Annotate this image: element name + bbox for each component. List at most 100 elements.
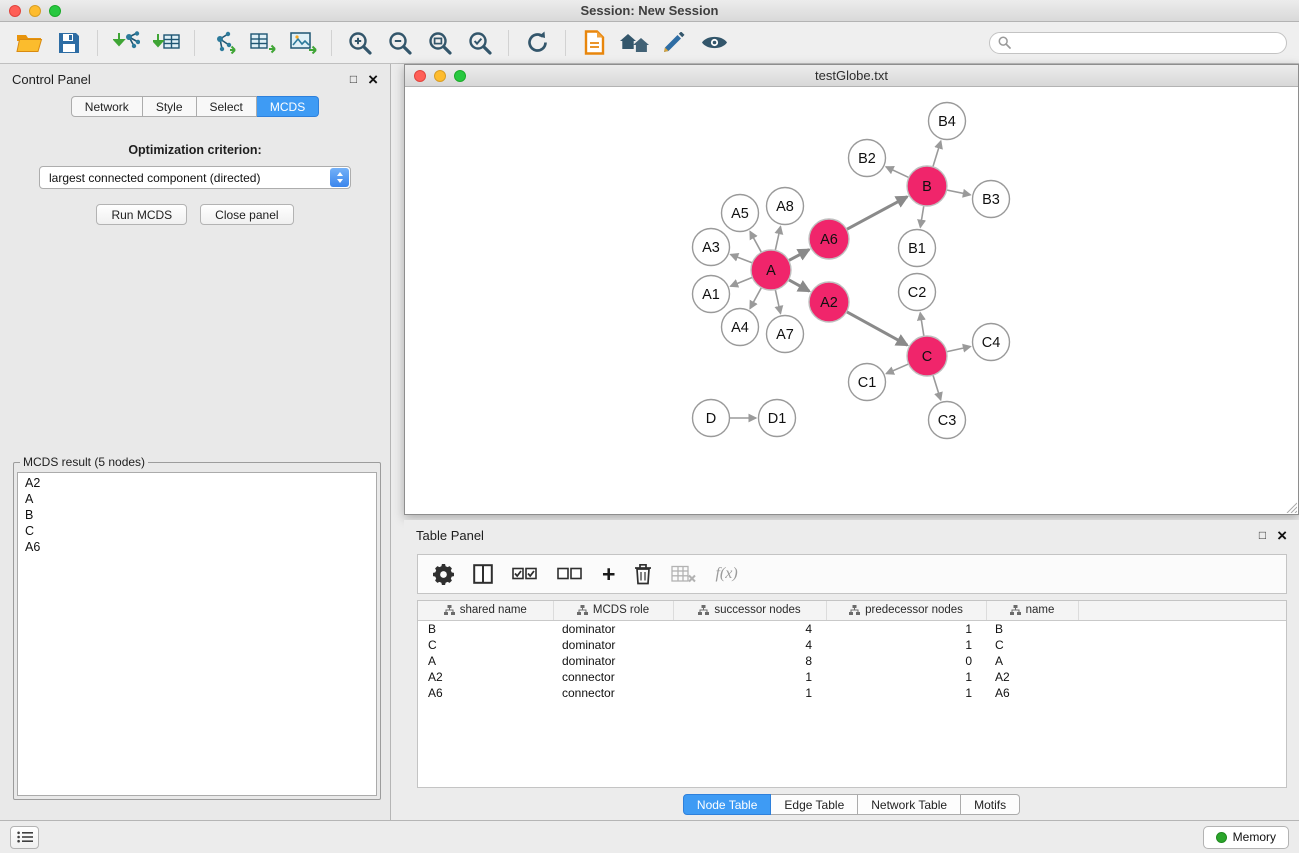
network-canvas[interactable]: B4B2BB3A5A8A6B1A3AC2A1A2A4A7C4CC1C3DD1 <box>405 87 1298 514</box>
graph-edge-A-A6[interactable] <box>789 250 810 261</box>
search-input[interactable] <box>1016 36 1278 50</box>
run-mcds-button[interactable]: Run MCDS <box>96 204 187 225</box>
graph-edge-A-A7[interactable] <box>775 290 780 314</box>
graph-node-A3[interactable]: A3 <box>693 229 730 266</box>
function-builder-button[interactable]: f(x) <box>715 558 737 590</box>
import-network-button[interactable] <box>107 26 145 60</box>
column-header-mcds-role[interactable]: MCDS role <box>553 601 673 620</box>
save-session-button[interactable] <box>50 26 88 60</box>
result-item[interactable]: A2 <box>18 475 376 491</box>
graph-node-B2[interactable]: B2 <box>849 140 886 177</box>
column-header-shared-name[interactable]: shared name <box>418 601 553 620</box>
tab-select[interactable]: Select <box>197 96 257 117</box>
zoom-out-button[interactable] <box>381 26 419 60</box>
graph-node-C[interactable]: C <box>907 336 947 376</box>
table-row[interactable]: A6connector11A6 <box>418 685 1286 701</box>
zoom-window-button[interactable] <box>49 5 61 17</box>
graph-edge-A-A2[interactable] <box>789 280 810 291</box>
graph-edge-A6-B[interactable] <box>847 197 908 230</box>
graph-node-A2[interactable]: A2 <box>809 282 849 322</box>
column-header-successor-nodes[interactable]: successor nodes <box>673 601 826 620</box>
graph-edge-B-B4[interactable] <box>933 141 941 167</box>
deselect-all-rows-button[interactable] <box>557 558 583 590</box>
float-panel-icon[interactable]: □ <box>350 73 357 85</box>
close-window-button[interactable] <box>9 5 21 17</box>
minimize-window-button[interactable] <box>29 5 41 17</box>
tab-motifs[interactable]: Motifs <box>961 794 1020 815</box>
open-session-button[interactable] <box>10 26 48 60</box>
graph-edge-C-C4[interactable] <box>947 346 971 351</box>
show-hide-details-button[interactable] <box>695 26 733 60</box>
table-mode-button[interactable] <box>433 558 454 590</box>
export-image-button[interactable] <box>284 26 322 60</box>
graph-node-B4[interactable]: B4 <box>929 103 966 140</box>
export-table-button[interactable] <box>244 26 282 60</box>
apply-layout-button[interactable] <box>518 26 556 60</box>
result-item[interactable]: A6 <box>18 539 376 555</box>
graph-node-C3[interactable]: C3 <box>929 402 966 439</box>
memory-button[interactable]: Memory <box>1203 826 1289 849</box>
graph-node-A7[interactable]: A7 <box>767 316 804 353</box>
table-row[interactable]: Cdominator41C <box>418 637 1286 653</box>
result-item[interactable]: C <box>18 523 376 539</box>
export-network-button[interactable] <box>204 26 242 60</box>
mcds-result-list[interactable]: A2ABCA6 <box>17 472 377 796</box>
import-table-button[interactable] <box>147 26 185 60</box>
annotation-button[interactable] <box>655 26 693 60</box>
graph-node-C4[interactable]: C4 <box>973 324 1010 361</box>
graph-edge-C-C1[interactable] <box>886 364 908 374</box>
network-document-button[interactable] <box>575 26 613 60</box>
table-row[interactable]: A2connector11A2 <box>418 669 1286 685</box>
task-history-button[interactable] <box>10 826 39 849</box>
graph-edge-A-A1[interactable] <box>730 277 752 286</box>
tab-mcds[interactable]: MCDS <box>257 96 319 117</box>
resize-grip-icon[interactable] <box>1285 501 1297 513</box>
network-window-titlebar[interactable]: testGlobe.txt <box>405 65 1298 87</box>
graph-edge-B-B2[interactable] <box>886 167 909 178</box>
zoom-selected-button[interactable] <box>461 26 499 60</box>
graph-node-A6[interactable]: A6 <box>809 219 849 259</box>
create-column-button[interactable]: + <box>602 558 615 590</box>
graph-node-B3[interactable]: B3 <box>973 181 1010 218</box>
graph-node-A5[interactable]: A5 <box>722 195 759 232</box>
column-header-name[interactable]: name <box>986 601 1078 620</box>
show-columns-button[interactable] <box>473 558 493 590</box>
close-panel-button[interactable]: Close panel <box>200 204 293 225</box>
graph-edge-A-A8[interactable] <box>775 227 780 251</box>
zoom-network-window-button[interactable] <box>454 70 466 82</box>
graph-edge-A-A3[interactable] <box>731 255 753 263</box>
select-all-rows-button[interactable] <box>512 558 538 590</box>
zoom-in-button[interactable] <box>341 26 379 60</box>
float-table-panel-icon[interactable]: □ <box>1259 529 1266 541</box>
graph-node-D1[interactable]: D1 <box>759 400 796 437</box>
delete-columns-button[interactable] <box>634 558 652 590</box>
tab-network[interactable]: Network <box>71 96 143 117</box>
graph-node-A1[interactable]: A1 <box>693 276 730 313</box>
close-panel-icon[interactable]: × <box>368 71 378 88</box>
graph-node-C2[interactable]: C2 <box>899 274 936 311</box>
close-table-panel-icon[interactable]: × <box>1277 527 1287 544</box>
graph-edge-C-C3[interactable] <box>933 375 941 400</box>
graph-node-C1[interactable]: C1 <box>849 364 886 401</box>
search-box[interactable] <box>989 32 1287 54</box>
close-network-window-button[interactable] <box>414 70 426 82</box>
delete-table-button[interactable] <box>671 558 696 590</box>
result-item[interactable]: A <box>18 491 376 507</box>
graph-node-D[interactable]: D <box>693 400 730 437</box>
minimize-network-window-button[interactable] <box>434 70 446 82</box>
table-row[interactable]: Adominator80A <box>418 653 1286 669</box>
graph-edge-B-B1[interactable] <box>920 206 923 228</box>
graph-edge-C-C2[interactable] <box>920 313 924 336</box>
result-item[interactable]: B <box>18 507 376 523</box>
graph-edge-A-A4[interactable] <box>750 288 761 309</box>
graph-node-A[interactable]: A <box>751 250 791 290</box>
graph-node-B[interactable]: B <box>907 166 947 206</box>
graph-edge-A2-C[interactable] <box>847 312 908 345</box>
graph-node-B1[interactable]: B1 <box>899 230 936 267</box>
tab-network-table[interactable]: Network Table <box>858 794 961 815</box>
criterion-dropdown[interactable]: largest connected component (directed) <box>39 166 351 189</box>
zoom-fit-button[interactable] <box>421 26 459 60</box>
tab-edge-table[interactable]: Edge Table <box>771 794 858 815</box>
graph-edge-B-B3[interactable] <box>947 190 971 195</box>
column-header-predecessor-nodes[interactable]: predecessor nodes <box>826 601 986 620</box>
